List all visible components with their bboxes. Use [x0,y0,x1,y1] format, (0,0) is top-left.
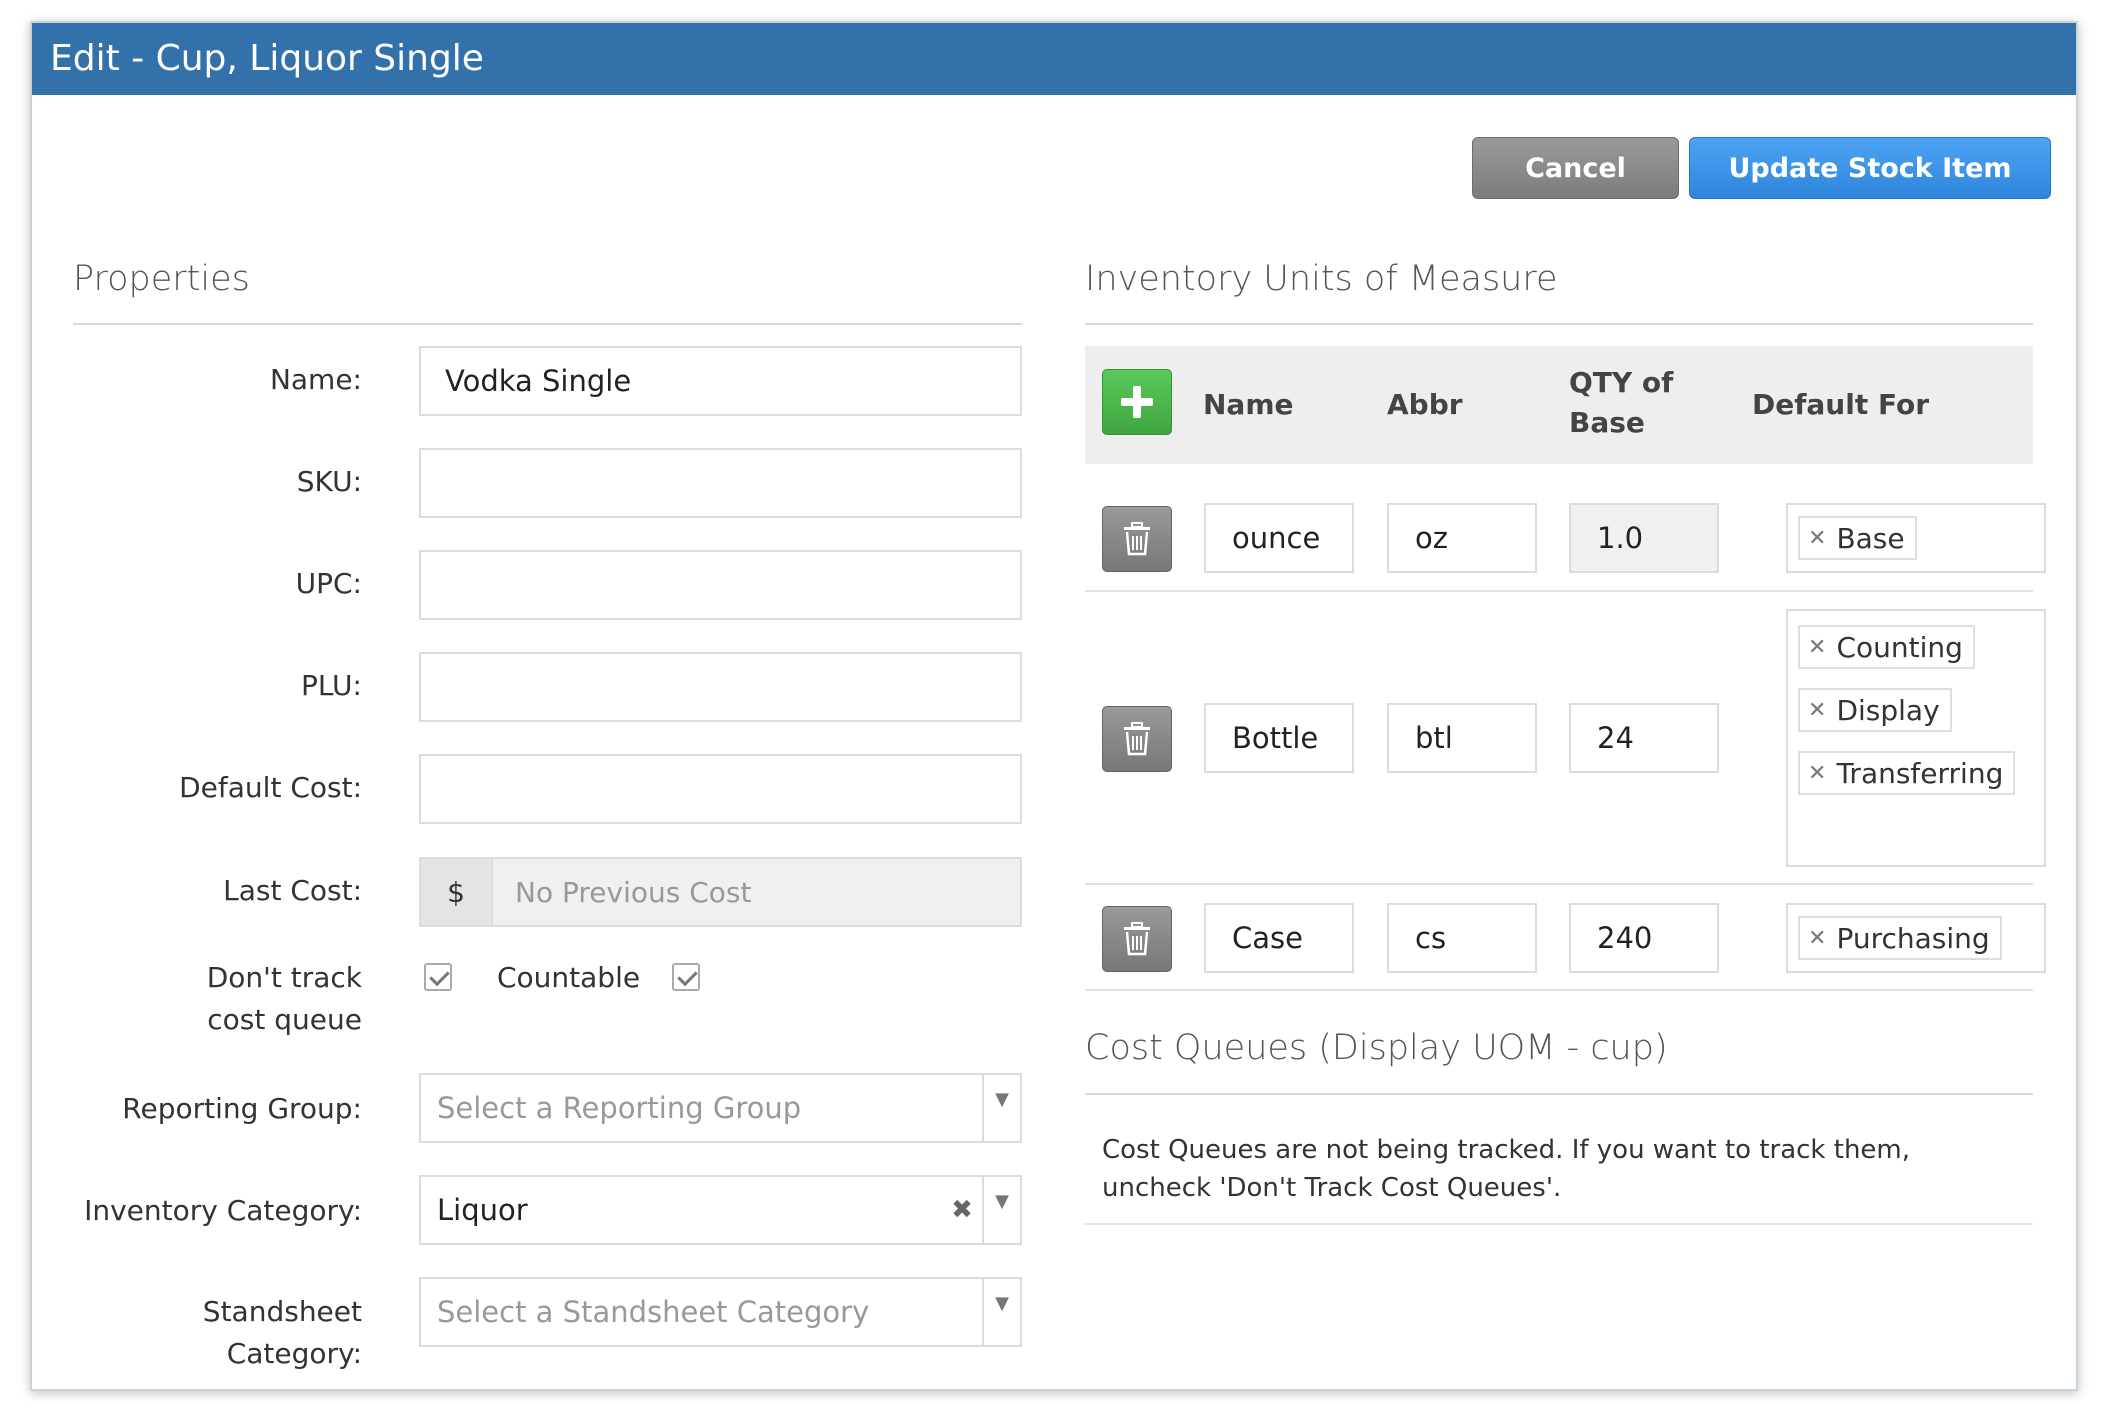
uom-qty-input[interactable]: 24 [1569,703,1719,773]
edit-stock-item-dialog: Edit - Cup, Liquor Single Cancel Update … [30,21,2078,1391]
add-uom-button[interactable] [1102,369,1172,435]
uom-qty-field: 1.0 [1569,503,1719,573]
chevron-down-icon[interactable]: ▼ [982,1177,1020,1243]
close-icon[interactable]: ✕ [1808,926,1826,951]
cost-queues-message: Cost Queues are not being tracked. If yo… [1102,1135,1911,1203]
chevron-down-icon[interactable]: ▼ [982,1279,1020,1345]
uom-name-input[interactable]: ounce [1204,503,1354,573]
uom-qty-input[interactable]: 240 [1569,903,1719,973]
uom-name-input[interactable]: Case [1204,903,1354,973]
trash-icon [1124,922,1150,956]
uom-header-default-for: Default For [1752,388,1930,421]
inventory-category-select[interactable]: Liquor ✖ ▼ [419,1175,1022,1245]
uom-row-divider [1085,883,2033,885]
default-cost-input[interactable] [419,754,1022,824]
plu-label: PLU: [300,669,362,702]
uom-heading: Inventory Units of Measure [1085,259,1558,299]
uom-abbr-input[interactable]: btl [1387,703,1537,773]
trash-icon [1124,522,1150,556]
cost-queues-divider [1085,1093,2033,1095]
close-icon[interactable]: ✕ [1808,761,1826,786]
upc-input[interactable] [419,550,1022,620]
trash-icon [1124,722,1150,756]
close-icon[interactable]: ✕ [1808,698,1826,723]
sku-input[interactable] [419,448,1022,518]
dont-track-cost-queue-label: Don't track cost queue [206,961,362,1036]
uom-default-for-field[interactable]: ✕ Counting ✕ Display ✕ Transferring [1786,609,2046,867]
reporting-group-label: Reporting Group: [122,1092,362,1125]
close-icon[interactable]: ✖ [942,1195,982,1225]
uom-row-divider [1085,989,2033,991]
name-input[interactable]: Vodka Single [419,346,1022,416]
uom-default-for-field[interactable]: ✕ Purchasing [1786,903,2046,973]
reporting-group-select[interactable]: Select a Reporting Group ▼ [419,1073,1022,1143]
delete-uom-button[interactable] [1102,906,1172,972]
default-for-tag: ✕ Display [1798,688,1952,732]
close-icon[interactable]: ✕ [1808,635,1826,660]
last-cost-value: No Previous Cost [515,875,752,909]
last-cost-label: Last Cost: [223,874,362,907]
inventory-category-value: Liquor [437,1193,528,1227]
uom-name-input[interactable]: Bottle [1204,703,1354,773]
uom-divider [1085,323,2033,325]
cost-queues-heading: Cost Queues (Display UOM - cup) [1085,1028,1668,1068]
delete-uom-button[interactable] [1102,506,1172,572]
standsheet-category-placeholder: Select a Standsheet Category [437,1295,870,1329]
uom-header-name: Name [1203,388,1294,421]
uom-header-qty: QTY of Base [1569,366,1674,439]
last-cost-field: $ No Previous Cost [419,857,1022,927]
upc-label: UPC: [295,567,362,600]
name-label: Name: [269,363,362,396]
inventory-category-label: Inventory Category: [84,1194,362,1227]
plu-input[interactable] [419,652,1022,722]
delete-uom-button[interactable] [1102,706,1172,772]
uom-abbr-input[interactable]: cs [1387,903,1537,973]
properties-divider [73,323,1022,325]
uom-header-abbr: Abbr [1387,388,1463,421]
close-icon[interactable]: ✕ [1808,526,1826,551]
standsheet-category-label: Standsheet Category: [202,1295,362,1370]
cost-queues-bottom-divider [1085,1223,2033,1225]
currency-addon: $ [421,859,493,925]
properties-heading: Properties [73,259,250,299]
default-for-tag: ✕ Transferring [1798,751,2016,795]
default-for-tag: ✕ Counting [1798,625,1975,669]
dont-track-cost-queue-checkbox[interactable] [424,963,452,991]
cancel-button[interactable]: Cancel [1472,137,1679,199]
default-for-tag: ✕ Purchasing [1798,916,2002,960]
countable-checkbox[interactable] [672,963,700,991]
uom-row-divider [1085,590,2033,592]
dialog-title: Edit - Cup, Liquor Single [32,23,2076,95]
standsheet-category-select[interactable]: Select a Standsheet Category ▼ [419,1277,1022,1347]
sku-label: SKU: [296,465,362,498]
update-stock-item-button[interactable]: Update Stock Item [1689,137,2051,199]
default-for-tag: ✕ Base [1798,516,1917,560]
uom-default-for-field[interactable]: ✕ Base [1786,503,2046,573]
default-cost-label: Default Cost: [179,771,362,804]
uom-abbr-input[interactable]: oz [1387,503,1537,573]
reporting-group-placeholder: Select a Reporting Group [437,1091,802,1125]
countable-label: Countable [497,961,641,994]
plus-icon [1121,386,1153,418]
chevron-down-icon[interactable]: ▼ [982,1075,1020,1141]
